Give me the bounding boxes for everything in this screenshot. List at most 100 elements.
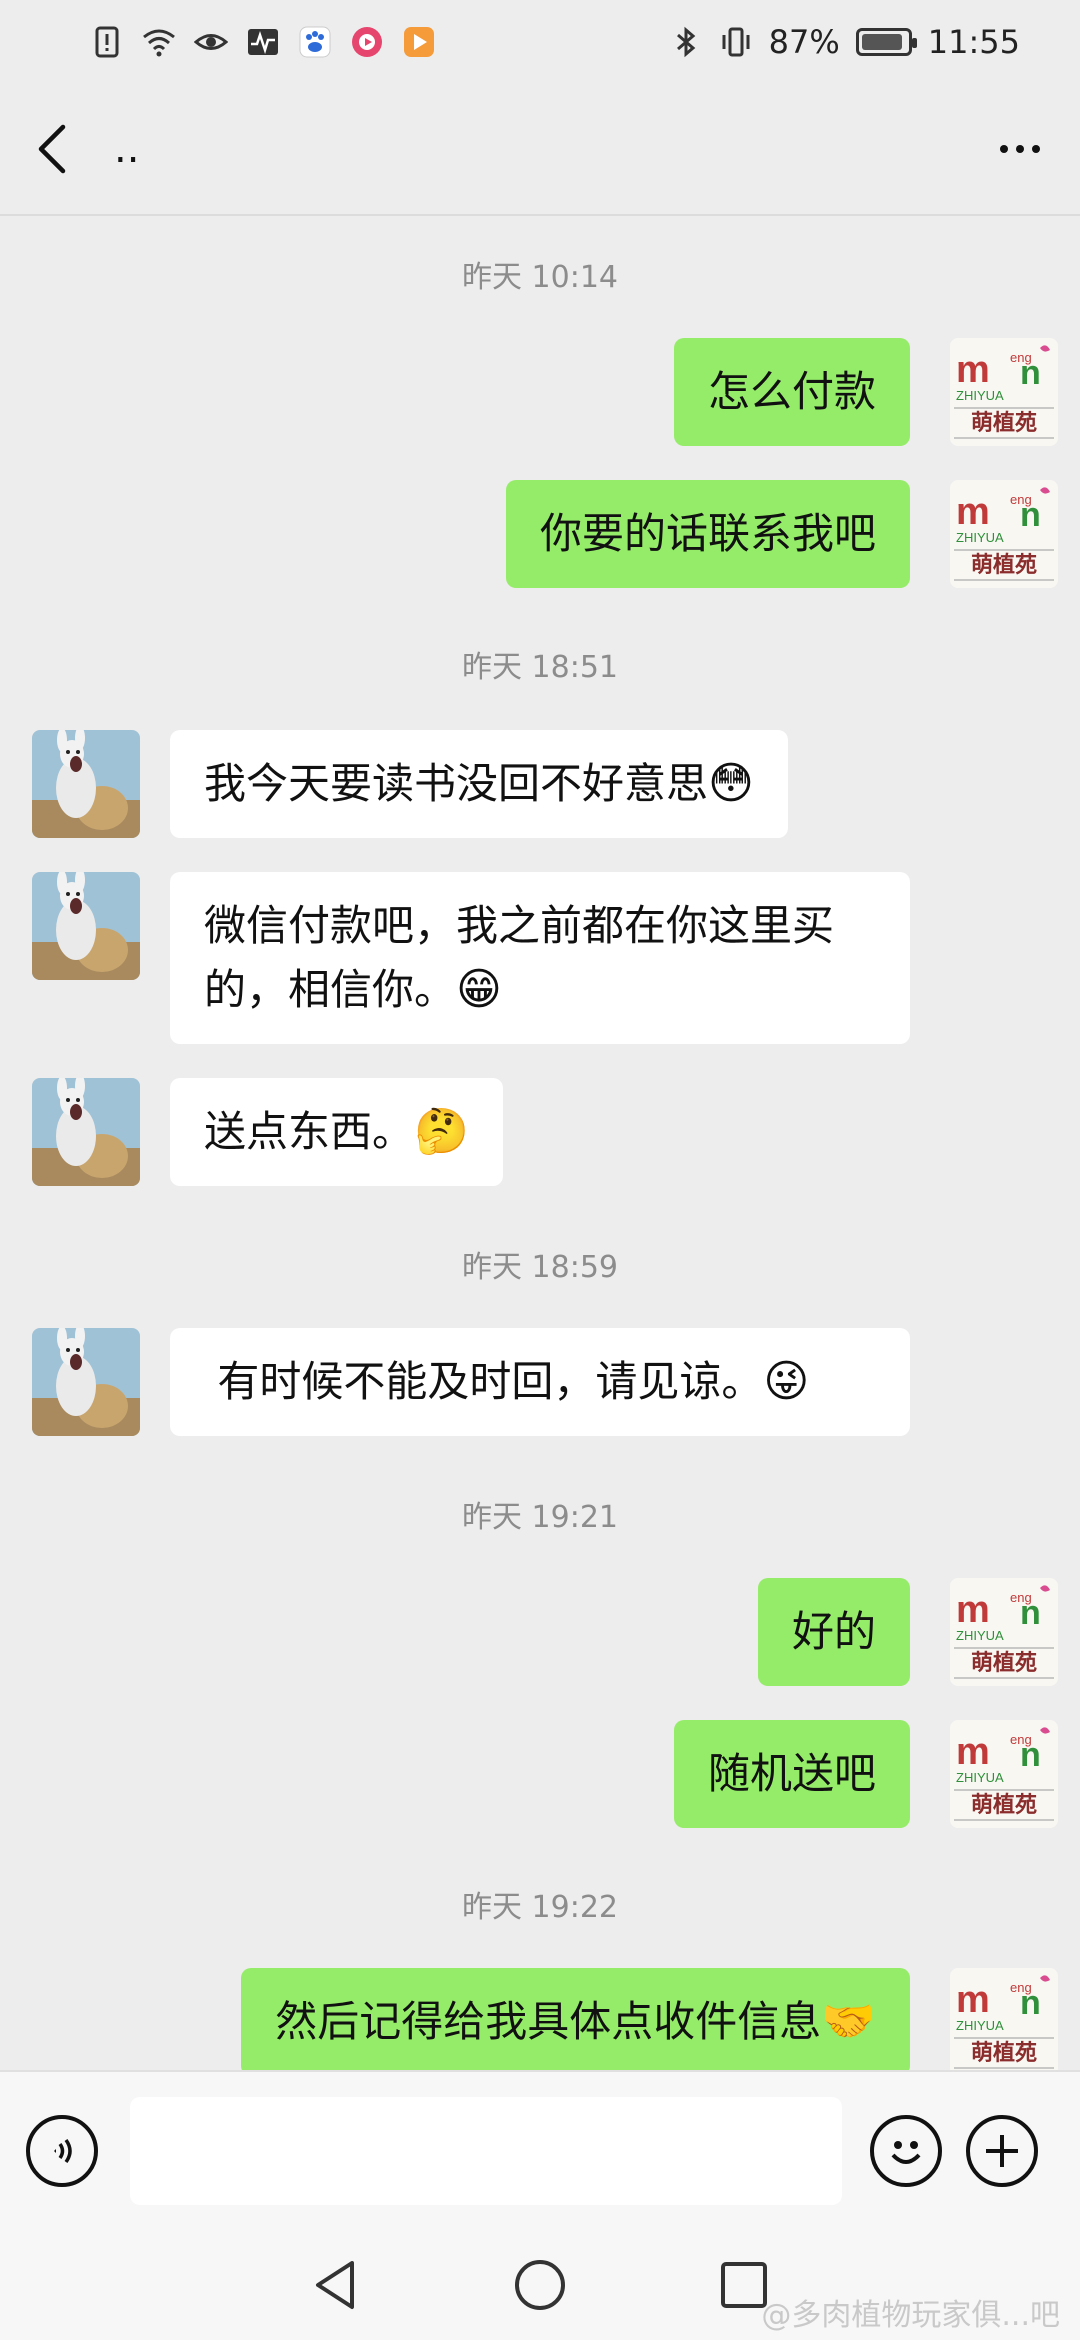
more-functions-button[interactable] — [966, 2115, 1038, 2187]
sent-message[interactable]: 随机送吧 — [673, 1720, 910, 1828]
wink-tongue-emoji-icon: 😜 — [763, 1356, 810, 1407]
thinking-emoji-icon: 🤔 — [414, 1106, 469, 1157]
svg-text:ZHIYUA: ZHIYUA — [956, 1628, 1004, 1643]
status-bar: 87% 11:55 — [0, 0, 1080, 84]
message-timestamp: 昨天 19:21 — [462, 1500, 618, 1535]
message-text: 然后记得给我具体点收件信息 — [275, 1997, 822, 2046]
brand-logo-avatar: m n eng ZHIYUA 萌植苑 — [950, 1968, 1058, 2070]
more-dot-icon — [1000, 145, 1008, 153]
message-text: 微信付款吧，我之前都在你这里买的，相信你。 — [204, 901, 835, 1014]
chat-title: .. — [114, 126, 140, 172]
triangle-back-icon — [316, 2261, 354, 2309]
received-message[interactable]: 有时候不能及时回，请见谅。😜 — [170, 1328, 910, 1436]
paw-icon — [298, 25, 332, 59]
input-bar — [0, 2070, 1080, 2230]
svg-text:m: m — [956, 491, 990, 533]
svg-text:萌植苑: 萌植苑 — [971, 2040, 1037, 2066]
rabbit-avatar — [32, 1078, 140, 1186]
grin-emoji-icon: 😁 — [456, 964, 502, 1015]
emoji-button[interactable] — [870, 2115, 942, 2187]
status-time: 11:55 — [927, 23, 1020, 61]
flushed-emoji-icon: 😳 — [708, 758, 754, 809]
svg-text:eng: eng — [1010, 1732, 1032, 1747]
activity-icon — [246, 25, 280, 59]
voice-icon — [54, 2138, 72, 2164]
plus-icon — [986, 2135, 1018, 2167]
svg-text:萌植苑: 萌植苑 — [971, 1792, 1037, 1818]
message-input[interactable] — [130, 2097, 842, 2205]
message-text: 我今天要读书没回不好意思 — [204, 759, 709, 808]
svg-text:萌植苑: 萌植苑 — [971, 410, 1037, 436]
message-timestamp: 昨天 10:14 — [462, 260, 618, 295]
message-timestamp: 昨天 19:22 — [462, 1890, 618, 1925]
rabbit-avatar — [32, 1328, 140, 1436]
svg-text:m: m — [956, 1979, 990, 2021]
svg-text:ZHIYUA: ZHIYUA — [956, 2018, 1004, 2033]
more-options-button[interactable] — [990, 129, 1050, 169]
voice-button[interactable] — [26, 2115, 98, 2187]
message-list[interactable]: 昨天 10:14 怎么付款 m n eng ZHIYUA 萌植苑 你要的话联系我… — [0, 216, 1080, 2070]
more-dot-icon — [1032, 145, 1040, 153]
alert-icon — [90, 25, 124, 59]
battery-icon — [855, 28, 917, 56]
more-dot-icon — [1016, 145, 1024, 153]
svg-text:m: m — [956, 1731, 990, 1773]
message-text: 有时候不能及时回，请见谅。 — [204, 1357, 764, 1406]
svg-text:eng: eng — [1010, 350, 1032, 365]
nav-back-button[interactable] — [304, 2253, 368, 2317]
svg-text:ZHIYUA: ZHIYUA — [956, 388, 1004, 403]
contact-avatar[interactable] — [32, 730, 140, 838]
svg-text:m: m — [956, 1589, 990, 1631]
brand-logo-avatar: m n eng ZHIYUA 萌植苑 — [950, 338, 1058, 446]
rabbit-avatar — [32, 730, 140, 838]
svg-text:eng: eng — [1010, 492, 1032, 507]
my-avatar[interactable]: m n eng ZHIYUA 萌植苑 — [950, 1578, 1058, 1686]
brand-logo-avatar: m n eng ZHIYUA 萌植苑 — [950, 1720, 1058, 1828]
contact-avatar[interactable] — [32, 872, 140, 980]
svg-text:m: m — [956, 349, 990, 391]
chat-header: .. — [0, 84, 1080, 216]
sent-message[interactable]: 然后记得给我具体点收件信息🤝 — [241, 1968, 910, 2070]
circle-home-icon — [515, 2260, 565, 2310]
status-right-icons: 87% 11:55 — [669, 23, 1020, 61]
my-avatar[interactable]: m n eng ZHIYUA 萌植苑 — [950, 1968, 1058, 2070]
brand-logo-avatar: m n eng ZHIYUA 萌植苑 — [950, 1578, 1058, 1686]
svg-text:萌植苑: 萌植苑 — [971, 552, 1037, 578]
received-message[interactable]: 送点东西。🤔 — [170, 1078, 503, 1186]
received-message[interactable]: 微信付款吧，我之前都在你这里买的，相信你。😁 — [170, 872, 910, 1044]
message-timestamp: 昨天 18:51 — [462, 650, 618, 685]
vibrate-icon — [719, 25, 753, 59]
sent-message[interactable]: 你要的话联系我吧 — [505, 480, 910, 588]
svg-text:eng: eng — [1010, 1590, 1032, 1605]
battery-percent: 87% — [768, 23, 840, 61]
my-avatar[interactable]: m n eng ZHIYUA 萌植苑 — [950, 338, 1058, 446]
message-text: 怎么付款 — [707, 367, 876, 416]
music-app-icon — [350, 25, 384, 59]
svg-text:eng: eng — [1010, 1980, 1032, 1995]
handshake-emoji-icon: 🤝 — [821, 1996, 876, 2047]
status-left-icons — [90, 25, 436, 59]
received-message[interactable]: 我今天要读书没回不好意思😳 — [170, 730, 788, 838]
video-app-icon — [402, 25, 436, 59]
contact-avatar[interactable] — [32, 1078, 140, 1186]
eye-icon — [194, 25, 228, 59]
sent-message[interactable]: 好的 — [757, 1578, 910, 1686]
message-text: 随机送吧 — [707, 1749, 876, 1798]
message-timestamp: 昨天 18:59 — [462, 1250, 618, 1285]
message-text: 送点东西。 — [204, 1107, 415, 1156]
bluetooth-icon — [669, 25, 703, 59]
svg-text:萌植苑: 萌植苑 — [971, 1650, 1037, 1676]
sent-message[interactable]: 怎么付款 — [673, 338, 910, 446]
my-avatar[interactable]: m n eng ZHIYUA 萌植苑 — [950, 480, 1058, 588]
rabbit-avatar — [32, 872, 140, 980]
my-avatar[interactable]: m n eng ZHIYUA 萌植苑 — [950, 1720, 1058, 1828]
chevron-left-icon — [38, 124, 66, 174]
message-text: 好的 — [791, 1607, 876, 1656]
wifi-icon — [142, 25, 176, 59]
svg-text:ZHIYUA: ZHIYUA — [956, 1770, 1004, 1785]
nav-home-button[interactable] — [508, 2253, 572, 2317]
smiley-icon — [891, 2141, 921, 2164]
contact-avatar[interactable] — [32, 1328, 140, 1436]
back-button[interactable] — [30, 119, 74, 179]
watermark: @多肉植物玩家俱...吧 — [761, 2298, 1060, 2333]
